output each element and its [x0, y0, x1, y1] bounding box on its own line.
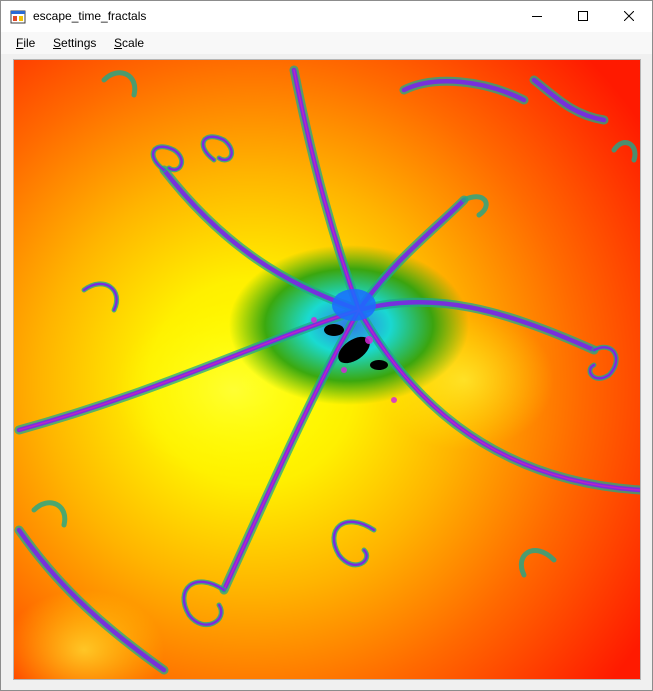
menu-scale-mnemonic: S [114, 36, 123, 50]
app-window-icon[interactable] [10, 9, 26, 25]
minimize-icon [532, 16, 542, 17]
menu-file-label: ile [23, 36, 36, 50]
maximize-icon [578, 11, 588, 21]
app-window: escape_time_fractals File Settings Scale [0, 0, 653, 691]
menu-settings-mnemonic: S [53, 36, 62, 50]
fractal-canvas[interactable] [13, 59, 641, 680]
title-bar[interactable]: escape_time_fractals [1, 1, 652, 32]
menu-settings-label: ettings [61, 36, 97, 50]
maximize-button[interactable] [560, 1, 606, 32]
close-button[interactable] [606, 1, 652, 32]
menu-scale[interactable]: Scale [114, 36, 144, 50]
menu-bar: File Settings Scale [1, 32, 652, 54]
menu-scale-label: cale [122, 36, 145, 50]
menu-file[interactable]: File [16, 36, 35, 50]
menu-settings[interactable]: Settings [53, 36, 96, 50]
minimize-button[interactable] [514, 1, 560, 32]
julia-set-image [14, 60, 640, 679]
window-title: escape_time_fractals [33, 9, 147, 23]
close-icon [624, 11, 634, 21]
